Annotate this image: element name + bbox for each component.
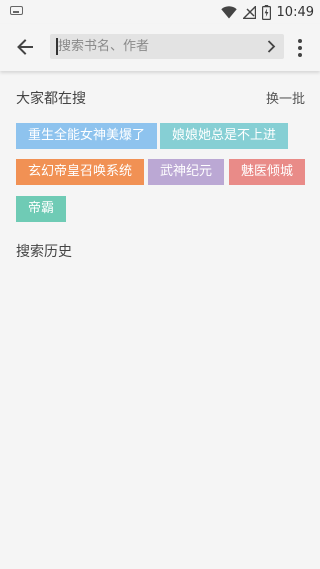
chevron-right-icon	[267, 40, 275, 53]
search-submit-button[interactable]	[264, 39, 278, 54]
hot-tag[interactable]: 魅医倾城	[229, 159, 306, 185]
search-history-title: 搜索历史	[16, 244, 72, 260]
hot-tag[interactable]: 武神纪元	[148, 159, 225, 185]
search-box[interactable]	[50, 34, 284, 59]
hot-tag[interactable]: 重生全能女神美爆了	[16, 123, 158, 149]
battery-charging-icon	[261, 4, 271, 20]
keyboard-icon	[10, 6, 23, 15]
status-bar: 10:49	[0, 0, 320, 24]
more-options-button[interactable]	[290, 36, 310, 60]
back-button[interactable]	[10, 32, 40, 62]
refresh-button[interactable]: 换一批	[266, 88, 305, 107]
hot-tag[interactable]: 帝霸	[16, 196, 67, 222]
hot-tag[interactable]: 娘娘她总是不上进	[160, 123, 289, 149]
hot-search-title: 大家都在搜	[16, 91, 86, 107]
search-input[interactable]	[58, 34, 258, 59]
search-toolbar	[0, 24, 320, 71]
hot-tag[interactable]: 玄幻帝皇召唤系统	[16, 159, 145, 185]
wifi-icon	[220, 5, 237, 18]
more-vert-icon	[298, 39, 302, 43]
no-signal-icon	[242, 5, 256, 19]
status-icons: 10:49	[220, 3, 314, 21]
back-arrow-icon	[17, 39, 33, 55]
status-time: 10:49	[276, 4, 314, 20]
